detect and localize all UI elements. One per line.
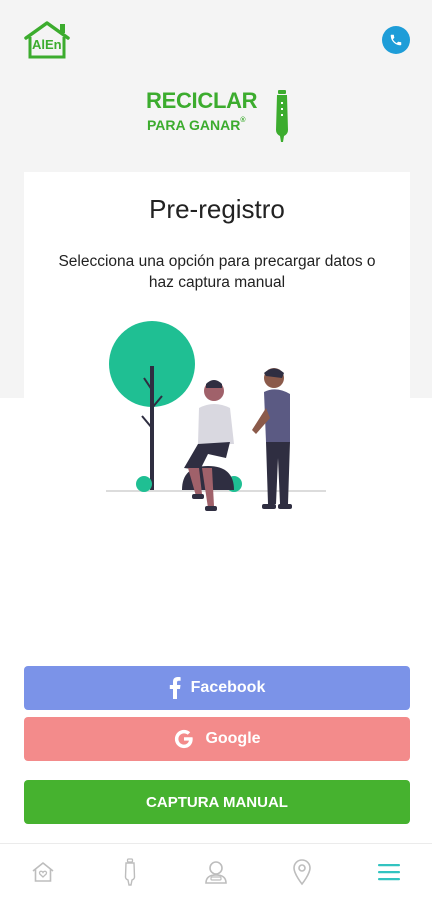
nav-profile[interactable] (173, 844, 259, 900)
phone-icon (390, 34, 402, 46)
page-title: Pre-registro (149, 194, 285, 224)
brand-line2: PARA GANAR® (147, 117, 246, 133)
google-button-label: Google (205, 730, 261, 747)
home-icon (32, 862, 54, 882)
phone-button[interactable] (382, 26, 410, 54)
manual-capture-button[interactable]: CAPTURA MANUAL (24, 780, 410, 824)
nav-recycle[interactable] (86, 844, 172, 900)
brand-line1: RECICLAR (146, 88, 258, 113)
page-subtitle: Selecciona una opción para precargar dat… (58, 253, 376, 291)
location-icon (293, 859, 312, 886)
people-talking-illustration (106, 321, 326, 511)
alen-logo[interactable]: AlEn (22, 20, 72, 60)
nav-menu[interactable] (346, 844, 432, 900)
menu-icon (377, 864, 400, 881)
google-button[interactable]: Google (24, 717, 410, 761)
facebook-button-label: Facebook (190, 679, 266, 696)
bottle-icon (124, 858, 135, 886)
facebook-icon (169, 677, 181, 699)
alen-logo-text: AlEn (32, 37, 62, 52)
user-icon (205, 861, 227, 884)
bottle-icon (276, 90, 288, 142)
bottom-navigation (0, 843, 432, 900)
nav-location[interactable] (259, 844, 345, 900)
reciclar-para-ganar-logo: RECICLAR PARA GANAR® (146, 88, 296, 144)
manual-capture-button-label: CAPTURA MANUAL (146, 793, 288, 811)
google-icon (173, 728, 195, 750)
facebook-button[interactable]: Facebook (24, 666, 410, 710)
app-header: AlEn (0, 0, 432, 80)
nav-home[interactable] (0, 844, 86, 900)
